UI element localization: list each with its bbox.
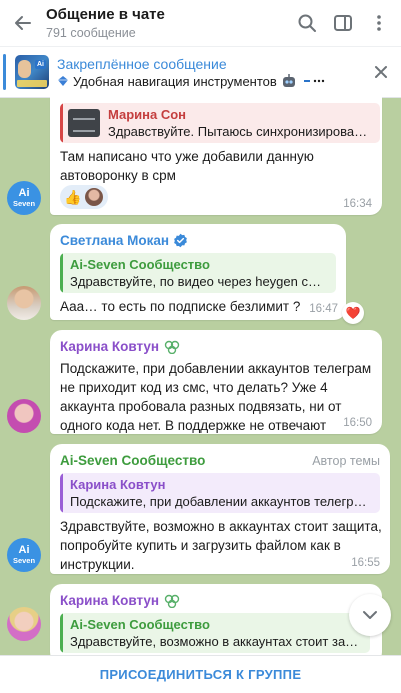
message-bubble[interactable]: Карина Ковтун Ai-Seven Сообщество Здравс… xyxy=(50,584,382,664)
avatar[interactable] xyxy=(7,399,41,433)
join-group-bar: ПРИСОЕДИНИТЬСЯ К ГРУППЕ xyxy=(0,655,401,693)
message-time: 16:34 xyxy=(343,198,372,210)
verified-icon xyxy=(174,233,187,248)
sender-name: Карина Ковтун xyxy=(60,339,181,354)
sender-name: Карина Ковтун xyxy=(60,593,181,608)
quote-text: Здравствуйте, по видео через heygen се… xyxy=(70,274,328,289)
thumbs-up-icon: 👍 xyxy=(64,188,82,205)
clover-icon xyxy=(164,340,180,354)
search-icon xyxy=(298,14,316,32)
reply-quote[interactable]: Ai-Seven Сообщество Здравствуйте, возмож… xyxy=(60,613,370,653)
join-group-button[interactable]: ПРИСОЕДИНИТЬСЯ К ГРУППЕ xyxy=(100,667,302,682)
avatar[interactable]: Ai Seven xyxy=(7,181,41,215)
dash-icon xyxy=(303,79,325,83)
quote-sender: Ai-Seven Сообщество xyxy=(70,617,210,632)
message-text: Ааа… то есть по подписке безлимит ? xyxy=(60,299,301,314)
close-icon xyxy=(375,66,387,78)
avatar[interactable] xyxy=(7,607,41,641)
quote-text: Подскажите, при добавлении аккаунтов тел… xyxy=(70,494,367,509)
reaction-pill[interactable]: ❤️ xyxy=(342,302,364,324)
search-button[interactable] xyxy=(289,0,325,46)
reply-quote[interactable]: Карина Ковтун Подскажите, при добавлении… xyxy=(60,473,380,513)
avatar[interactable] xyxy=(7,286,41,320)
quote-text: Здравствуйте. Пытаюсь синхронизирова… xyxy=(108,124,368,139)
scroll-to-bottom-button[interactable] xyxy=(349,594,391,636)
message-text: Подскажите, при добавлении аккаунтов тел… xyxy=(60,361,372,433)
sender-name: Ai-Seven Сообщество Автор темы xyxy=(60,453,380,468)
message-bubble[interactable]: Карина Ковтун Подскажите, при добавлении… xyxy=(50,330,382,434)
message-text: Здравствуйте, возможно в аккаунтах стоит… xyxy=(60,519,382,572)
pinned-preview: Удобная навигация инструментов xyxy=(57,74,361,89)
sender-name: Светлана Мокан xyxy=(60,233,188,248)
heart-icon: ❤️ xyxy=(345,306,361,320)
pinned-title: Закреплённое сообщение xyxy=(57,55,227,72)
quote-sender: Карина Ковтун xyxy=(70,477,166,492)
chat-title-block[interactable]: Общение в чате 791 сообщение xyxy=(46,6,289,40)
quote-sender: Марина Сон xyxy=(108,107,187,122)
more-button[interactable] xyxy=(361,0,397,46)
pinned-message-bar[interactable]: Ai Закреплённое сообщение Удобная навига… xyxy=(0,46,401,98)
message-bubble[interactable]: Ai-Seven Сообщество Автор темы Карина Ко… xyxy=(50,444,390,574)
diamond-icon xyxy=(58,76,68,86)
author-role-badge: Автор темы xyxy=(312,453,380,468)
pinned-preview-text: Удобная навигация инструментов xyxy=(73,73,277,89)
clover-icon xyxy=(164,594,180,608)
message-time: 16:50 xyxy=(343,417,372,429)
message-time: 16:47 xyxy=(309,303,338,315)
robot-icon xyxy=(282,74,295,87)
sidebar-toggle-button[interactable] xyxy=(325,0,361,46)
avatar[interactable]: Ai Seven xyxy=(7,538,41,572)
reactor-avatar xyxy=(85,188,104,206)
sidebar-icon xyxy=(334,15,352,31)
reaction-pill[interactable]: 👍 xyxy=(60,185,109,209)
arrow-left-icon xyxy=(15,16,31,30)
pinned-indicator xyxy=(3,54,6,90)
quote-text: Здравствуйте, возможно в аккаунтах стоит… xyxy=(70,634,359,649)
message-bubble[interactable]: Светлана Мокан Ai-Seven Сообщество Здрав… xyxy=(50,224,346,320)
pinned-thumbnail: Ai xyxy=(15,55,49,89)
chat-header: Общение в чате 791 сообщение xyxy=(0,0,401,46)
close-pinned-button[interactable] xyxy=(361,46,401,98)
member-count: 791 сообщение xyxy=(46,26,136,40)
chevron-down-icon xyxy=(363,611,377,619)
message-bubble[interactable]: Марина Сон Здравствуйте. Пытаюсь синхрон… xyxy=(50,97,382,215)
chat-title: Общение в чате xyxy=(46,6,165,23)
reply-quote[interactable]: Ai-Seven Сообщество Здравствуйте, по вид… xyxy=(60,253,336,293)
message-time: 16:55 xyxy=(351,557,380,569)
back-button[interactable] xyxy=(0,0,46,46)
pinned-text-block: Закреплённое сообщение Удобная навигация… xyxy=(57,56,361,89)
pinned-thumb-label: Ai xyxy=(35,60,46,69)
reply-quote[interactable]: Марина Сон Здравствуйте. Пытаюсь синхрон… xyxy=(60,103,380,143)
quote-image-thumbnail xyxy=(68,109,100,137)
more-vertical-icon xyxy=(377,15,381,31)
message-text: Там написано что уже добавили данную авт… xyxy=(60,149,314,183)
quote-sender: Ai-Seven Сообщество xyxy=(70,257,210,272)
